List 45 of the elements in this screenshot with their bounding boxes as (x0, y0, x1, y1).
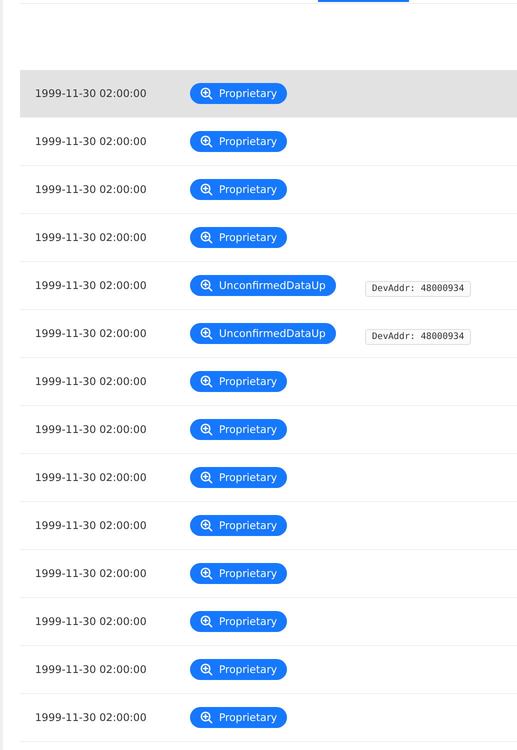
timestamp: 1999-11-30 02:00:00 (35, 376, 147, 388)
zoom-in-icon (200, 471, 213, 484)
timestamp: 1999-11-30 02:00:00 (35, 424, 147, 436)
zoom-in-icon (200, 615, 213, 628)
table-row[interactable]: 1999-11-30 02:00:00 Proprietary (20, 70, 517, 118)
timestamp: 1999-11-30 02:00:00 (35, 232, 147, 244)
timestamp: 1999-11-30 02:00:00 (35, 472, 147, 484)
frame-type-button[interactable]: Proprietary (190, 227, 288, 248)
zoom-in-icon (200, 183, 213, 196)
zoom-in-icon (200, 711, 213, 724)
zoom-in-icon (200, 87, 213, 100)
timestamp: 1999-11-30 02:00:00 (35, 664, 147, 676)
zoom-in-icon (200, 663, 213, 676)
frame-type-button[interactable]: Proprietary (190, 659, 288, 680)
timestamp: 1999-11-30 02:00:00 (35, 88, 147, 100)
dev-addr-tag: DevAddr: 48000934 (365, 281, 472, 297)
timestamp: 1999-11-30 02:00:00 (35, 520, 147, 532)
timestamp: 1999-11-30 02:00:00 (35, 136, 147, 148)
frame-type-button[interactable]: Proprietary (190, 563, 288, 584)
zoom-in-icon (200, 231, 213, 244)
zoom-in-icon (200, 519, 213, 532)
frame-type-button[interactable]: Proprietary (190, 707, 288, 728)
zoom-in-icon (200, 327, 213, 340)
frame-type-button[interactable]: Proprietary (190, 371, 288, 392)
frame-type-button[interactable]: UnconfirmedDataUp (190, 323, 336, 344)
zoom-in-icon (200, 375, 213, 388)
zoom-in-icon (200, 279, 213, 292)
frame-type-button[interactable]: Proprietary (190, 467, 288, 488)
frame-type-button[interactable]: UnconfirmedDataUp (190, 275, 336, 296)
dev-addr-tag: DevAddr: 48000934 (365, 329, 472, 345)
frame-type-button[interactable]: Proprietary (190, 83, 288, 104)
frame-type-button[interactable]: Proprietary (190, 179, 288, 200)
frame-type-button[interactable]: Proprietary (190, 611, 288, 632)
timestamp: 1999-11-30 02:00:00 (35, 616, 147, 628)
timestamp: 1999-11-30 02:00:00 (35, 184, 147, 196)
timestamp: 1999-11-30 02:00:00 (35, 280, 147, 292)
timestamp: 1999-11-30 02:00:00 (35, 712, 147, 724)
zoom-in-icon (200, 567, 213, 580)
frame-type-button[interactable]: Proprietary (190, 131, 288, 152)
zoom-in-icon (200, 135, 213, 148)
timestamp: 1999-11-30 02:00:00 (35, 568, 147, 580)
frame-type-button[interactable]: Proprietary (190, 515, 288, 536)
frame-type-button[interactable]: Proprietary (190, 419, 288, 440)
timestamp: 1999-11-30 02:00:00 (35, 328, 147, 340)
zoom-in-icon (200, 423, 213, 436)
